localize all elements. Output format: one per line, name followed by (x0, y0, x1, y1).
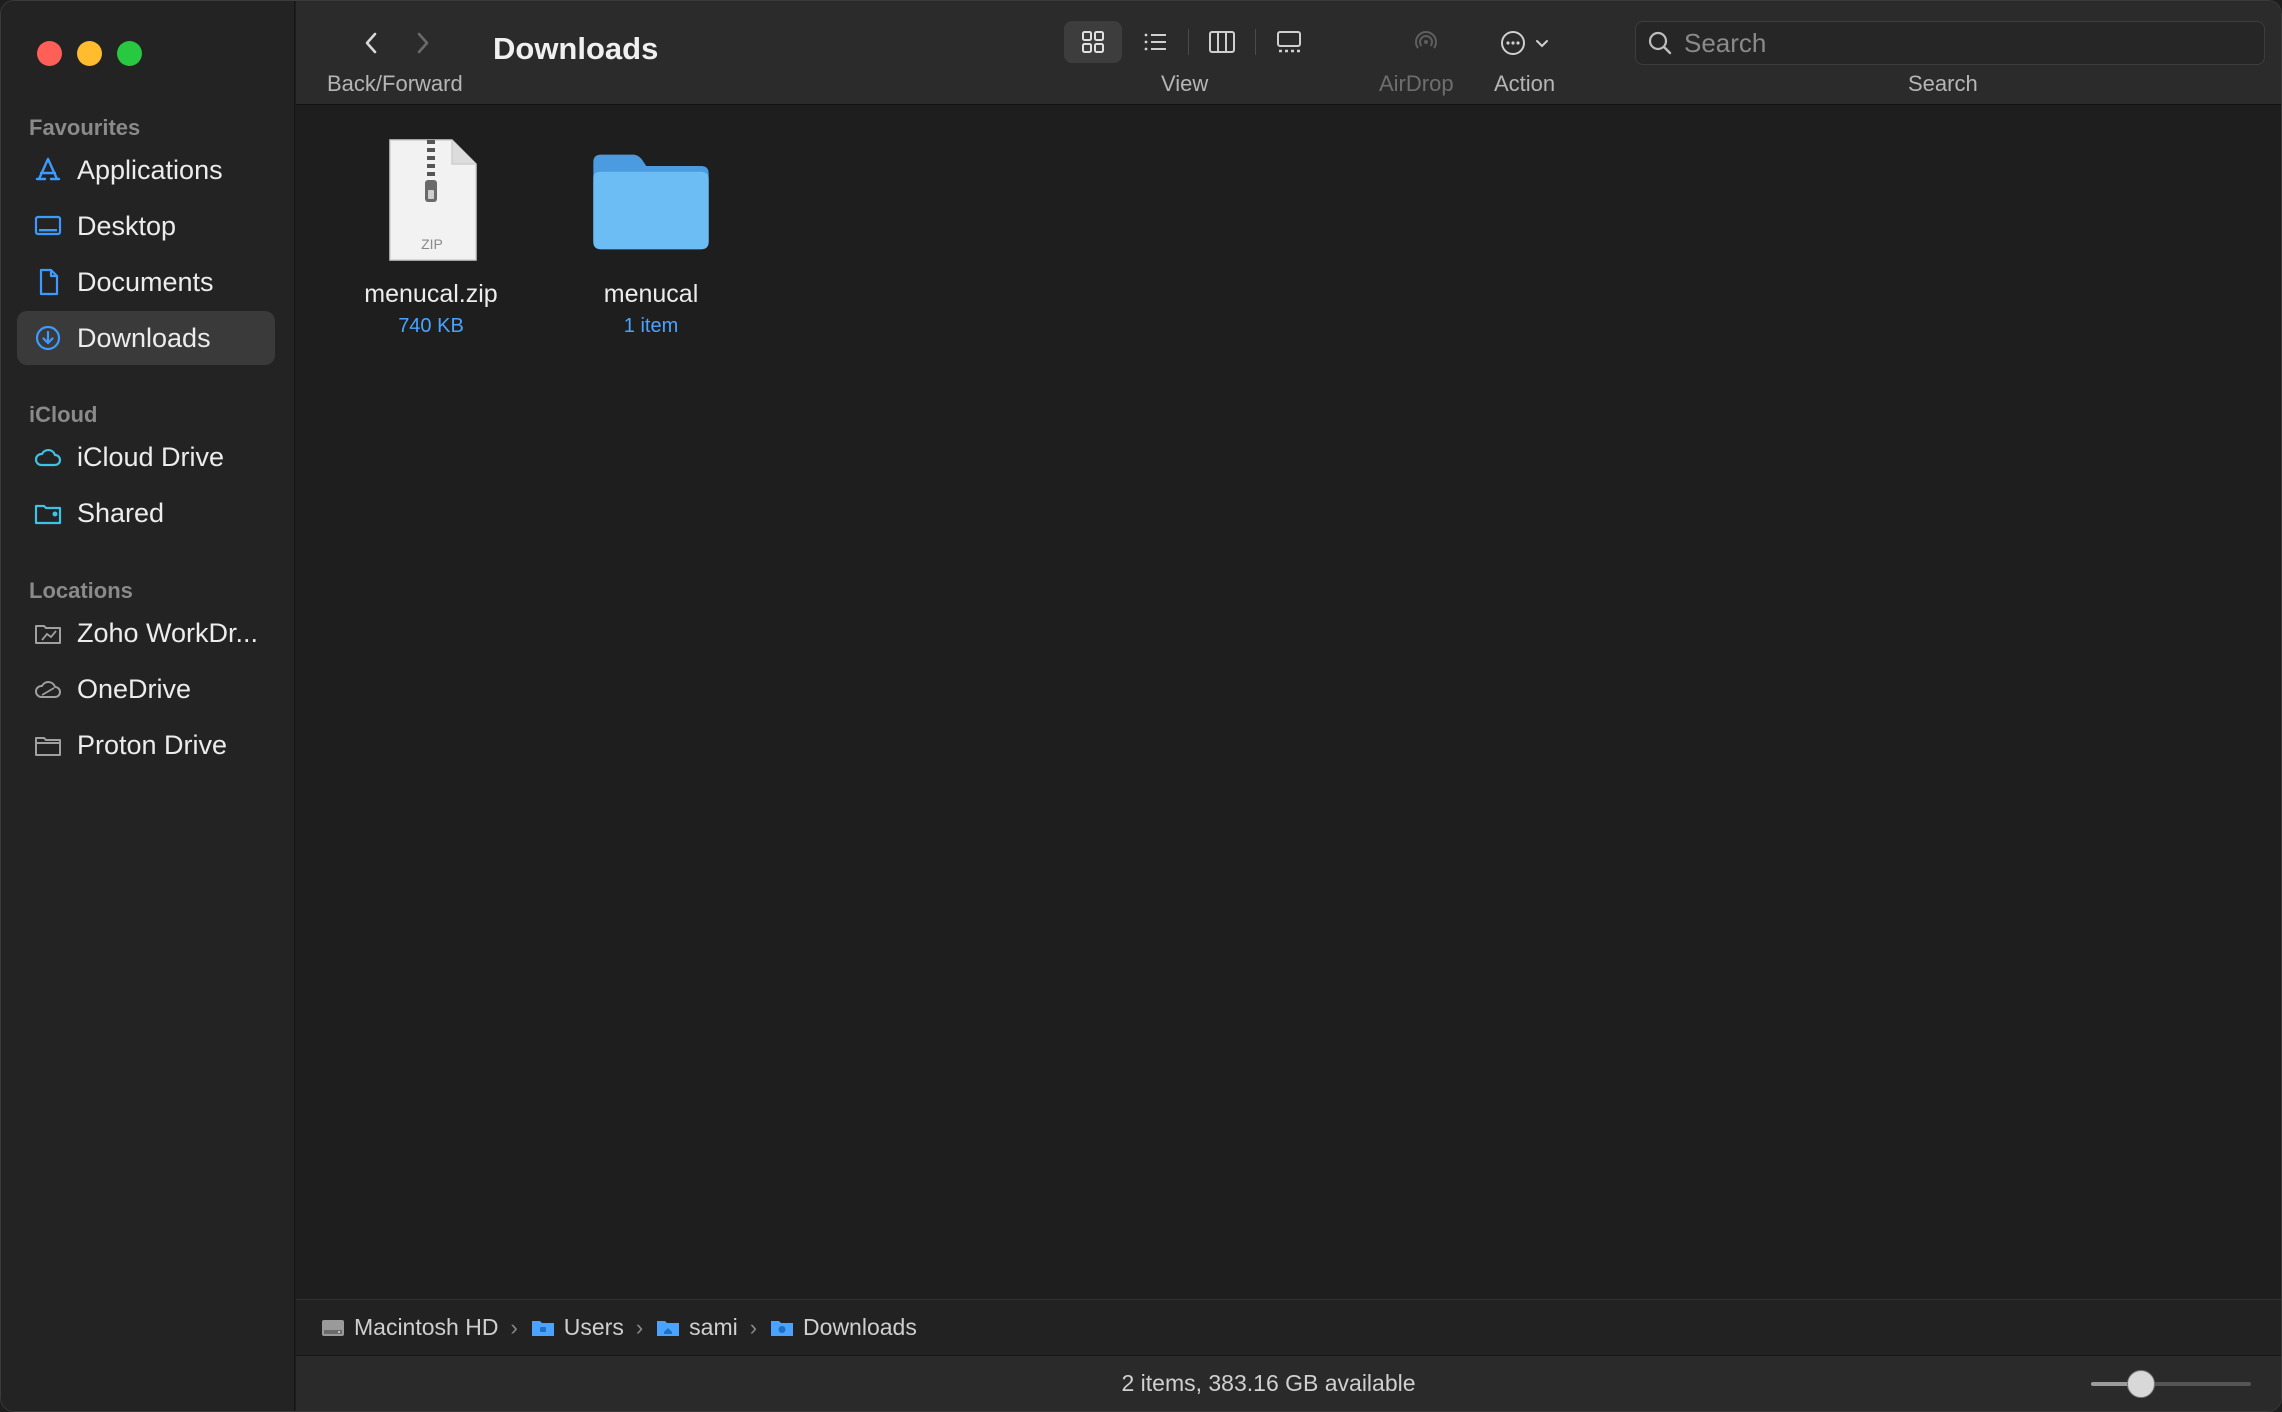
home-folder-icon (657, 1320, 680, 1336)
list-view-button[interactable] (1126, 21, 1184, 63)
sidebar-item-applications[interactable]: Applications (17, 143, 275, 197)
back-forward-group (356, 23, 438, 63)
view-caption: View (1161, 71, 1209, 96)
sidebar-item-proton-drive[interactable]: Proton Drive (17, 718, 275, 772)
close-window-button[interactable] (37, 41, 62, 66)
download-icon (33, 323, 63, 353)
folder-icon (531, 1320, 554, 1336)
shared-folder-icon (33, 498, 63, 528)
file-item-zip[interactable]: ZIP menucal.zip 740 KB (336, 136, 526, 338)
divider (1188, 29, 1189, 55)
breadcrumb-downloads[interactable]: Downloads (769, 1314, 917, 1341)
breadcrumb-separator: › (635, 1314, 644, 1340)
cloud-icon (33, 674, 63, 704)
sidebar-item-documents[interactable]: Documents (17, 255, 275, 309)
chevron-right-icon (417, 32, 429, 54)
drive-folder-icon (33, 618, 63, 648)
search-field[interactable] (1635, 21, 2265, 65)
document-icon (33, 267, 63, 297)
applications-icon (33, 155, 63, 185)
zip-archive-icon: ZIP (366, 136, 496, 266)
sidebar-section-locations: Locations (29, 578, 133, 603)
finder-window: Favourites Applications Desktop Document… (0, 0, 2282, 1412)
forward-button[interactable] (408, 23, 438, 63)
folder-icon (586, 136, 716, 266)
folder-item[interactable]: menucal 1 item (556, 136, 746, 338)
sidebar: Favourites Applications Desktop Document… (1, 1, 295, 1411)
airdrop-icon (1415, 31, 1437, 49)
gallery-icon (1277, 31, 1301, 53)
sidebar-item-label: Desktop (77, 210, 177, 241)
icon-size-slider[interactable] (2091, 1370, 2251, 1398)
sidebar-item-label: Documents (77, 266, 214, 297)
breadcrumb-label: Users (563, 1314, 624, 1340)
window-controls (37, 41, 142, 66)
sidebar-item-label: Downloads (77, 322, 211, 353)
breadcrumb-users[interactable]: Users (530, 1314, 624, 1341)
file-size: 740 KB (398, 315, 464, 337)
grid-icon (1082, 31, 1104, 53)
action-caption: Action (1494, 71, 1556, 96)
path-bar: Macintosh HD › Users › sami › Downloads (296, 1299, 2281, 1355)
search-caption: Search (1908, 71, 1978, 96)
gallery-view-button[interactable] (1260, 21, 1318, 63)
columns-icon (1209, 31, 1235, 53)
column-view-button[interactable] (1193, 21, 1251, 63)
breadcrumb-macintosh-hd[interactable]: Macintosh HD (320, 1314, 498, 1341)
desktop-icon (33, 211, 63, 241)
sidebar-item-label: Shared (77, 497, 165, 528)
sidebar-item-label: Proton Drive (77, 729, 228, 760)
folder-item-count: 1 item (623, 315, 679, 337)
chevron-left-icon (365, 32, 377, 54)
chevron-down-icon (1536, 40, 1548, 48)
file-name: menucal (603, 280, 699, 308)
file-browser-area[interactable]: ZIP menucal.zip 740 KB menucal 1 item (296, 106, 2281, 1299)
minimize-window-button[interactable] (77, 41, 102, 66)
view-mode-group (1064, 21, 1322, 63)
sidebar-section-favourites: Favourites (29, 115, 141, 140)
window-title: Downloads (493, 31, 659, 66)
file-name: menucal.zip (364, 280, 498, 308)
breadcrumb-label: Downloads (803, 1314, 917, 1340)
sidebar-item-desktop[interactable]: Desktop (17, 199, 275, 253)
list-icon (1144, 33, 1166, 51)
action-menu-button[interactable] (1492, 21, 1556, 65)
sidebar-item-label: iCloud Drive (77, 441, 225, 472)
sidebar-item-downloads[interactable]: Downloads (17, 311, 275, 365)
cloud-icon (33, 442, 63, 472)
status-text: 2 items, 383.16 GB available (1121, 1370, 1416, 1396)
sidebar-item-shared[interactable]: Shared (17, 486, 275, 540)
breadcrumb-label: sami (689, 1314, 738, 1340)
divider (1255, 29, 1256, 55)
downloads-folder-icon (771, 1320, 794, 1336)
sidebar-item-zoho-workdrive[interactable]: Zoho WorkDr... (17, 606, 275, 660)
sidebar-item-icloud-drive[interactable]: iCloud Drive (17, 430, 275, 484)
breadcrumb-sami[interactable]: sami (655, 1314, 738, 1341)
svg-text:ZIP: ZIP (421, 236, 443, 252)
breadcrumb-separator: › (749, 1314, 758, 1340)
icon-view-button[interactable] (1064, 21, 1122, 63)
folder-icon (33, 730, 63, 760)
slider-handle[interactable] (2127, 1370, 2155, 1398)
ellipsis-circle-icon (1501, 31, 1525, 55)
breadcrumb-label: Macintosh HD (354, 1314, 499, 1340)
breadcrumb-separator: › (510, 1314, 518, 1340)
sidebar-section-icloud: iCloud (29, 402, 98, 427)
back-button[interactable] (356, 23, 386, 63)
back-forward-caption: Back/Forward (327, 71, 463, 96)
status-bar: 2 items, 383.16 GB available (296, 1355, 2281, 1411)
zoom-window-button[interactable] (117, 41, 142, 66)
hard-drive-icon (322, 1319, 344, 1336)
airdrop-caption: AirDrop (1379, 71, 1454, 96)
search-icon (1648, 31, 1672, 55)
sidebar-item-label: Applications (77, 154, 223, 185)
sidebar-item-label: OneDrive (77, 673, 192, 704)
airdrop-button[interactable] (1404, 21, 1448, 65)
sidebar-item-onedrive[interactable]: OneDrive (17, 662, 275, 716)
sidebar-item-label: Zoho WorkDr... (77, 617, 259, 648)
toolbar: Back/Forward Downloads View AirDrop Acti… (296, 1, 2281, 105)
search-input[interactable] (1684, 27, 2244, 59)
